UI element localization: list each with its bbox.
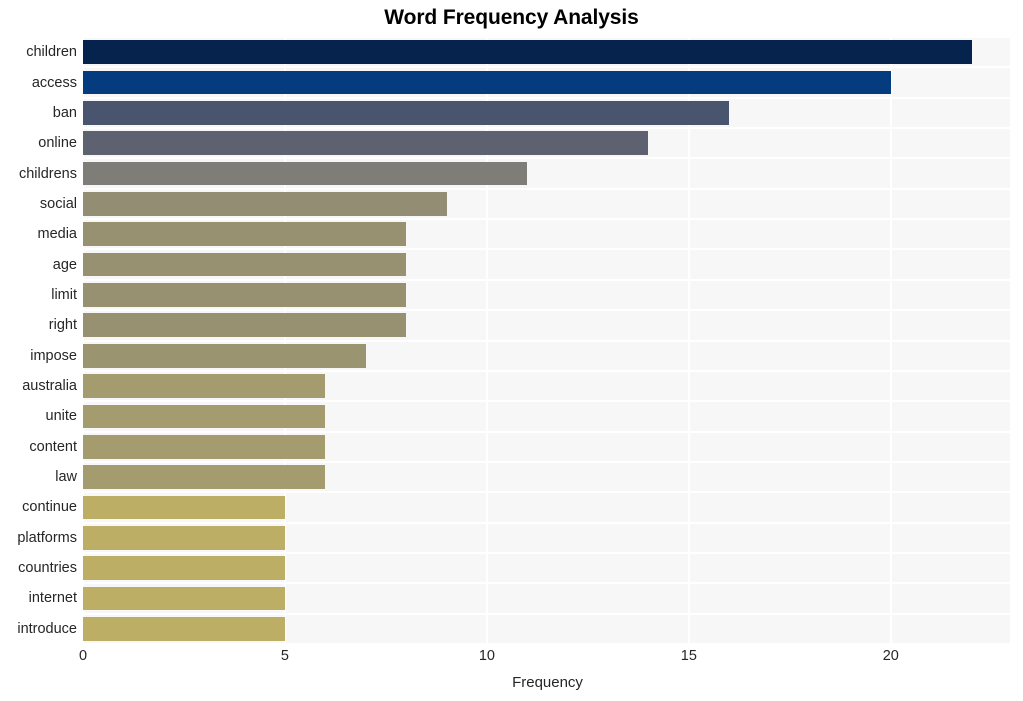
bar-row — [83, 189, 1012, 219]
bar-row — [83, 341, 1012, 371]
bar-row — [83, 462, 1012, 492]
bar-row — [83, 158, 1012, 188]
bar-row — [83, 249, 1012, 279]
y-tick-label-children: children — [26, 44, 77, 61]
x-tick-label-20: 20 — [882, 648, 899, 664]
bar-online[interactable] — [83, 131, 649, 156]
y-tick-label-australia: australia — [22, 378, 77, 395]
bar-row — [83, 98, 1012, 128]
x-axis-title: Frequency — [512, 674, 583, 691]
y-tick-label-limit: limit — [51, 286, 77, 303]
y-tick-label-countries: countries — [18, 560, 77, 577]
x-tick-label-5: 5 — [280, 648, 289, 664]
bar-row — [83, 280, 1012, 310]
word-frequency-bar-chart: Word Frequency Analysis children access ba… — [0, 0, 1023, 701]
bar-ban[interactable] — [83, 101, 730, 125]
bar-children[interactable] — [83, 40, 972, 64]
bar-internet[interactable] — [83, 586, 285, 611]
bar-unite[interactable] — [83, 404, 326, 429]
y-tick-label-continue: continue — [22, 499, 77, 516]
bar-countries[interactable] — [83, 556, 285, 580]
bar-row — [83, 614, 1012, 644]
x-tick-label-10: 10 — [478, 648, 495, 664]
bar-media[interactable] — [83, 222, 407, 247]
bar-row — [83, 371, 1012, 401]
bar-platforms[interactable] — [83, 525, 285, 550]
y-tick-label-right: right — [48, 317, 77, 334]
y-tick-label-platforms: platforms — [17, 529, 77, 546]
y-tick-label-law: law — [55, 469, 77, 486]
y-tick-label-childrens: childrens — [18, 165, 77, 182]
y-tick-label-content: content — [29, 438, 77, 455]
y-tick-label-ban: ban — [52, 104, 77, 121]
y-tick-label-introduce: introduce — [17, 620, 77, 637]
chart-title: Word Frequency Analysis — [384, 6, 639, 29]
y-tick-label-internet: internet — [28, 590, 77, 607]
bar-row — [83, 128, 1012, 158]
bar-childrens[interactable] — [83, 161, 528, 186]
x-axis-tick-labels: 0 5 10 15 20 — [0, 648, 1023, 670]
y-tick-label-access: access — [31, 74, 77, 91]
y-tick-label-age: age — [52, 256, 77, 273]
bar-row — [83, 401, 1012, 431]
bar-row — [83, 583, 1012, 613]
bar-continue[interactable] — [83, 495, 285, 520]
y-tick-label-unite: unite — [45, 408, 77, 425]
y-tick-label-impose: impose — [30, 347, 77, 364]
bar-law[interactable] — [83, 465, 326, 489]
bar-content[interactable] — [83, 434, 326, 459]
y-tick-label-online: online — [38, 135, 77, 152]
bar-access[interactable] — [83, 70, 891, 95]
bar-row — [83, 219, 1012, 249]
bar-impose[interactable] — [83, 343, 366, 368]
y-axis-tick-labels: children access ban online childrens social me… — [0, 37, 77, 644]
bar-social[interactable] — [83, 192, 447, 216]
bar-row — [83, 67, 1012, 97]
y-tick-label-media: media — [37, 226, 78, 243]
x-tick-label-0: 0 — [78, 648, 88, 664]
bar-australia[interactable] — [83, 374, 326, 398]
y-tick-label-social: social — [39, 195, 77, 212]
bar-row — [83, 523, 1012, 553]
bar-right[interactable] — [83, 313, 407, 338]
bar-introduce[interactable] — [83, 616, 285, 641]
x-tick-label-15: 15 — [680, 648, 697, 664]
bar-row — [83, 492, 1012, 522]
bar-row — [83, 37, 1012, 67]
plot-area — [83, 37, 1012, 644]
bar-row — [83, 310, 1012, 340]
bar-row — [83, 553, 1012, 583]
bar-age[interactable] — [83, 252, 407, 277]
bar-limit[interactable] — [83, 283, 407, 307]
bar-row — [83, 432, 1012, 462]
